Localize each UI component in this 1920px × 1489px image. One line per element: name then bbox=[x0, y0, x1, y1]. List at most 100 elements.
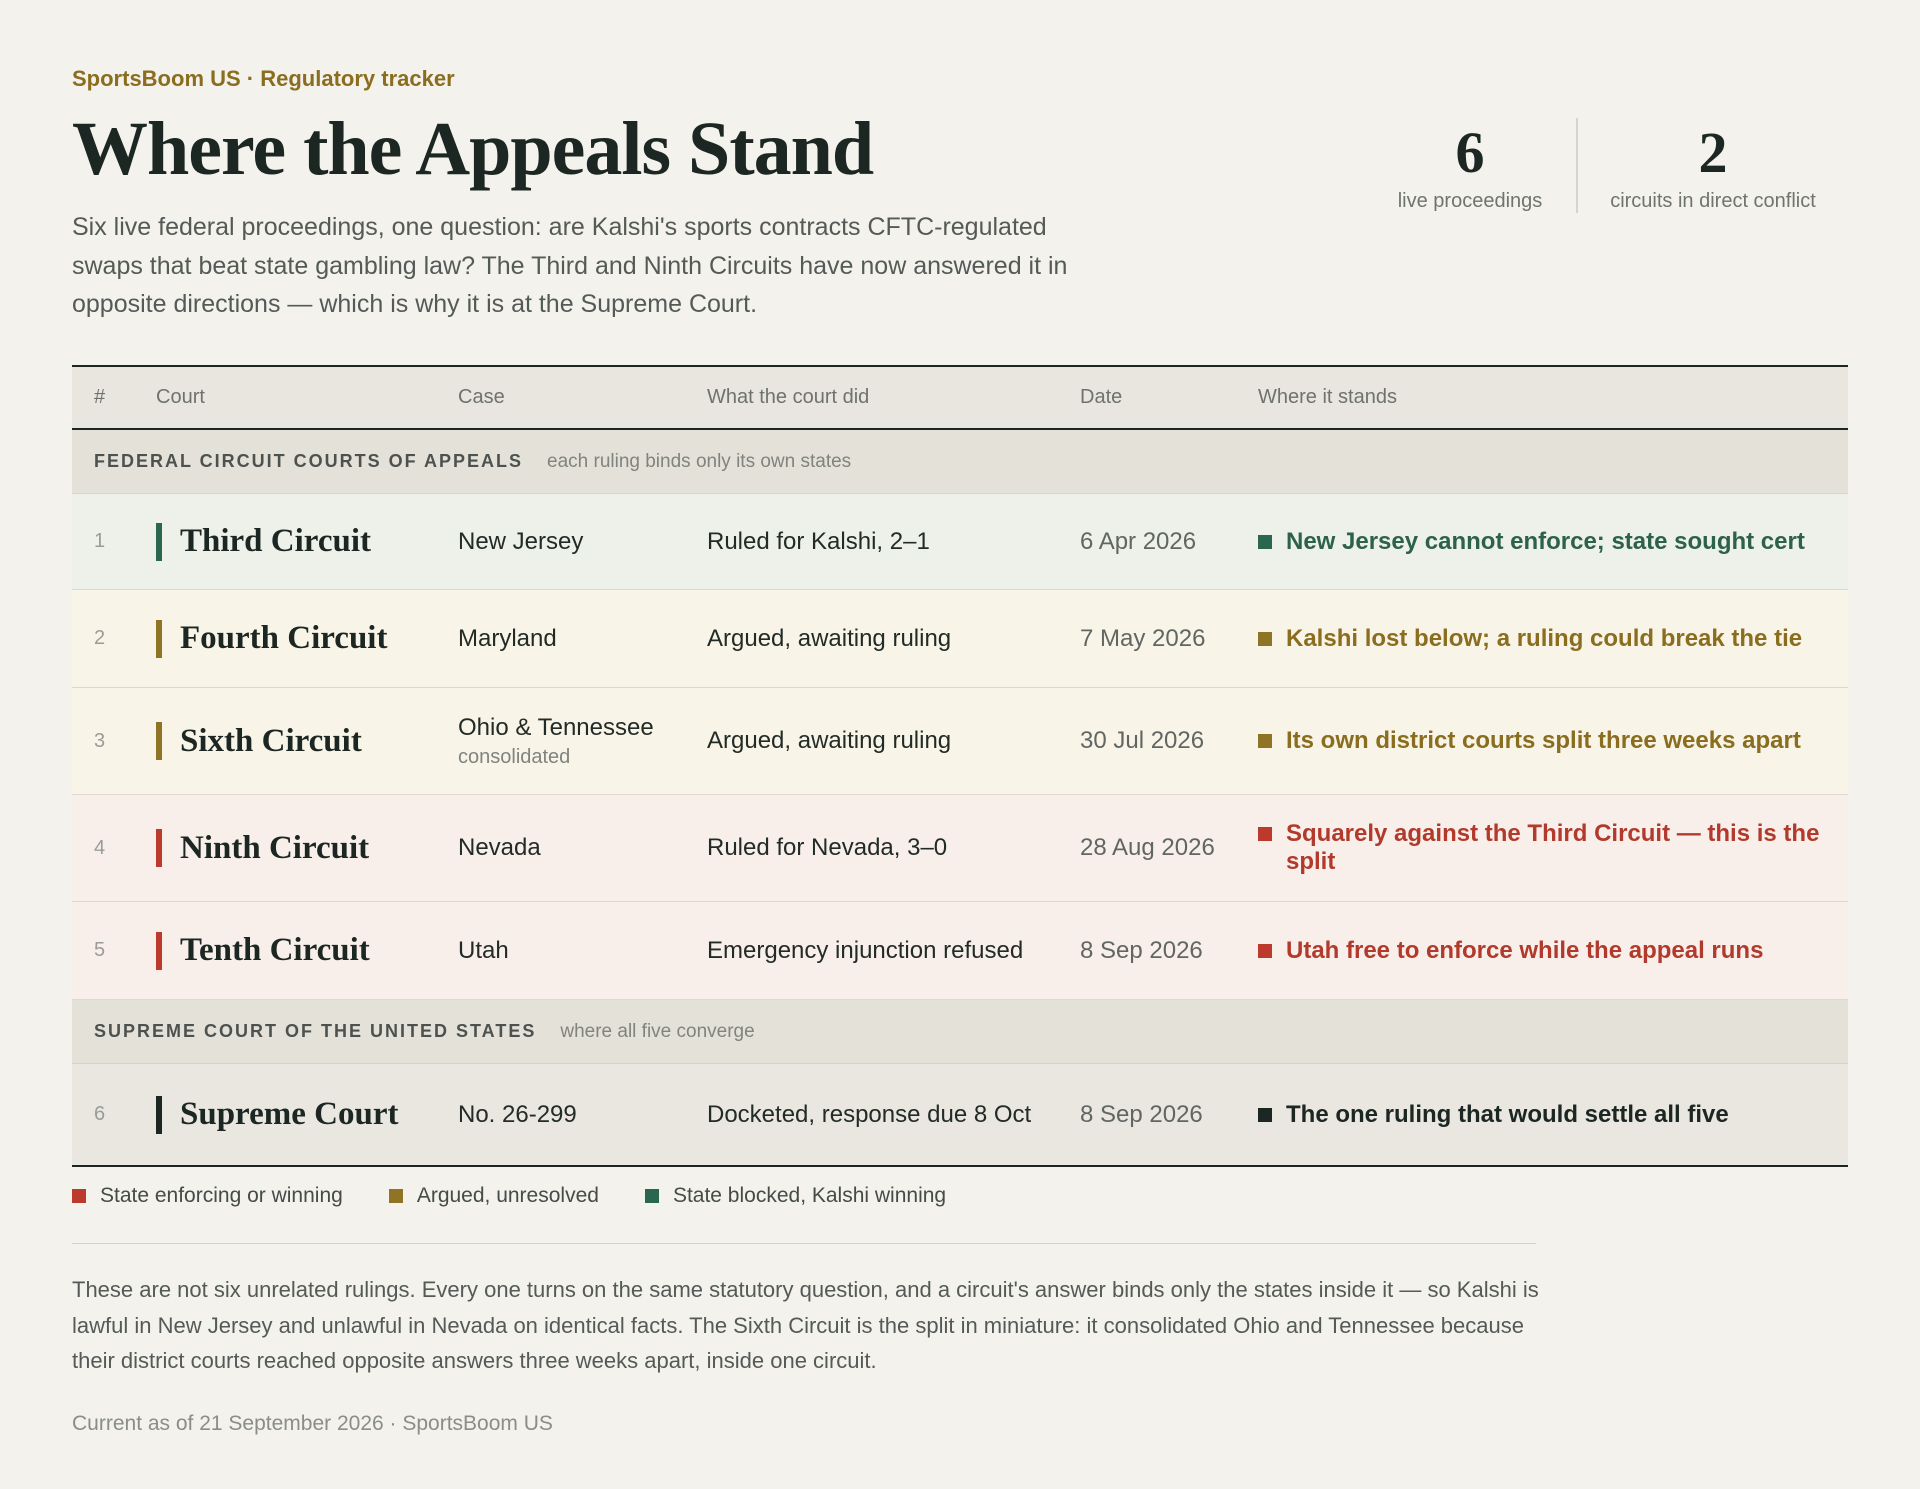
court-action: Docketed, response due 8 Oct bbox=[707, 1100, 1032, 1128]
case-cell: Maryland bbox=[458, 625, 707, 653]
where-it-stands: Kalshi lost below; a ruling could break … bbox=[1258, 625, 1848, 653]
case-subtitle: consolidated bbox=[458, 745, 571, 768]
court-cell: Third Circuit bbox=[156, 522, 458, 561]
row-date: 28 Aug 2026 bbox=[1080, 834, 1215, 861]
where-it-stands: Squarely against the Third Circuit — thi… bbox=[1258, 820, 1848, 876]
court-cell: Ninth Circuit bbox=[156, 829, 458, 867]
case-cell: Nevada bbox=[458, 834, 707, 862]
case-name: Nevada bbox=[458, 834, 541, 861]
stat-value: 6 bbox=[1455, 120, 1485, 185]
row-number: 5 bbox=[94, 939, 106, 961]
stands-text: Kalshi lost below; a ruling could break … bbox=[1286, 624, 1803, 652]
court-action: Emergency injunction refused bbox=[707, 936, 1024, 964]
row-number: 1 bbox=[94, 530, 106, 552]
court-action: Argued, awaiting ruling bbox=[707, 727, 952, 754]
status-bar bbox=[156, 931, 162, 970]
table-row: 5 Tenth Circuit Utah Emergency injunctio… bbox=[72, 902, 1848, 1000]
row-date: 8 Sep 2026 bbox=[1080, 1100, 1203, 1128]
row-date: 8 Sep 2026 bbox=[1080, 936, 1203, 964]
row-number: 6 bbox=[94, 1103, 106, 1125]
stands-text: Utah free to enforce while the appeal ru… bbox=[1286, 936, 1764, 964]
status-square-icon bbox=[1258, 827, 1272, 841]
footer-credit: Current as of 21 September 2026 · Sports… bbox=[72, 1412, 553, 1435]
legend-label: State enforcing or winning bbox=[100, 1184, 343, 1207]
legend-label: State blocked, Kalshi winning bbox=[672, 1184, 947, 1207]
legend-gold-square-icon bbox=[388, 1189, 403, 1203]
status-bar bbox=[156, 829, 162, 867]
stat-label: live proceedings bbox=[1397, 190, 1543, 212]
case-name: Maryland bbox=[458, 624, 557, 652]
explanatory-note: These are not six unrelated rulings. Eve… bbox=[72, 1277, 1539, 1373]
header-where-it-stands: Where it stands bbox=[1258, 386, 1397, 408]
case-name: No. 26-299 bbox=[458, 1100, 577, 1128]
row-number: 2 bbox=[94, 627, 106, 649]
row-number: 4 bbox=[94, 836, 106, 859]
group-title: FEDERAL CIRCUIT COURTS OF APPEALS bbox=[94, 451, 524, 471]
status-bar bbox=[156, 722, 162, 760]
stat-circuits-in-conflict: 2 circuits in direct conflict bbox=[1576, 118, 1848, 213]
status-square-icon bbox=[1258, 534, 1272, 549]
stands-text: New Jersey cannot enforce; state sought … bbox=[1286, 527, 1805, 555]
status-square-icon bbox=[1258, 943, 1272, 958]
page-title: Where the Appeals Stand bbox=[72, 107, 874, 191]
court-name: Sixth Circuit bbox=[180, 722, 362, 759]
legend-item-state-enforcing: State enforcing or winning bbox=[72, 1184, 343, 1208]
header-what-court-did: What the court did bbox=[707, 386, 870, 408]
group-title: SUPREME COURT OF THE UNITED STATES bbox=[94, 1021, 537, 1041]
case-name: New Jersey bbox=[458, 527, 584, 555]
stat-value: 2 bbox=[1698, 120, 1728, 185]
appeals-table: # Court Case What the court did Date Whe… bbox=[72, 365, 1848, 1167]
group-header-supreme-court: SUPREME COURT OF THE UNITED STATES where… bbox=[72, 1000, 1848, 1064]
header-date: Date bbox=[1080, 386, 1123, 408]
table-row: 2 Fourth Circuit Maryland Argued, awaiti… bbox=[72, 590, 1848, 688]
court-name: Fourth Circuit bbox=[180, 620, 388, 656]
court-name: Supreme Court bbox=[180, 1096, 399, 1132]
status-bar bbox=[156, 619, 162, 658]
court-name: Tenth Circuit bbox=[180, 932, 370, 968]
header-case: Case bbox=[458, 386, 505, 408]
kicker: SportsBoom US · Regulatory tracker bbox=[72, 66, 455, 91]
table-row: 4 Ninth Circuit Nevada Ruled for Nevada,… bbox=[72, 795, 1848, 902]
table-row: 6 Supreme Court No. 26-299 Docketed, res… bbox=[72, 1064, 1848, 1165]
legend-red-square-icon bbox=[72, 1189, 86, 1203]
court-name: Ninth Circuit bbox=[180, 829, 370, 866]
row-date: 7 May 2026 bbox=[1080, 624, 1206, 652]
where-it-stands: The one ruling that would settle all fiv… bbox=[1258, 1101, 1848, 1129]
court-cell: Tenth Circuit bbox=[156, 931, 458, 970]
case-cell: New Jersey bbox=[458, 528, 707, 556]
case-cell: No. 26-299 bbox=[458, 1101, 707, 1129]
lede: Six live federal proceedings, one questi… bbox=[72, 213, 1068, 318]
stands-text: Its own district courts split three week… bbox=[1286, 727, 1801, 754]
stat-live-proceedings: 6 live proceedings bbox=[1370, 118, 1576, 213]
court-action: Ruled for Nevada, 3–0 bbox=[707, 834, 948, 861]
legend-item-kalshi-winning: State blocked, Kalshi winning bbox=[644, 1184, 947, 1208]
status-square-icon bbox=[1258, 734, 1272, 748]
court-cell: Sixth Circuit bbox=[156, 722, 458, 760]
where-it-stands: Its own district courts split three week… bbox=[1258, 727, 1848, 755]
court-cell: Fourth Circuit bbox=[156, 619, 458, 658]
where-it-stands: New Jersey cannot enforce; state sought … bbox=[1258, 528, 1848, 556]
court-action: Ruled for Kalshi, 2–1 bbox=[707, 527, 930, 555]
group-note: where all five converge bbox=[560, 1020, 755, 1042]
table-row: 1 Third Circuit New Jersey Ruled for Kal… bbox=[72, 494, 1848, 590]
header-num: # bbox=[94, 386, 106, 408]
case-name: Utah bbox=[458, 936, 509, 964]
status-bar bbox=[156, 522, 162, 561]
group-note: each ruling binds only its own states bbox=[547, 450, 852, 472]
row-date: 6 Apr 2026 bbox=[1080, 527, 1197, 555]
legend-label: Argued, unresolved bbox=[416, 1184, 599, 1207]
court-cell: Supreme Court bbox=[156, 1095, 458, 1134]
case-cell: Utah bbox=[458, 937, 707, 965]
court-name: Third Circuit bbox=[180, 523, 371, 559]
status-square-icon bbox=[1258, 1107, 1272, 1122]
table-row: 3 Sixth Circuit Ohio & Tennessee consoli… bbox=[72, 688, 1848, 795]
header-court: Court bbox=[156, 386, 205, 408]
case-name: Ohio & Tennessee bbox=[458, 713, 654, 741]
stands-text: The one ruling that would settle all fiv… bbox=[1286, 1100, 1729, 1128]
stats-panel: 6 live proceedings 2 circuits in direct … bbox=[1370, 118, 1848, 213]
court-action: Argued, awaiting ruling bbox=[707, 624, 952, 652]
legend-item-argued: Argued, unresolved bbox=[388, 1184, 599, 1208]
where-it-stands: Utah free to enforce while the appeal ru… bbox=[1258, 937, 1848, 965]
divider bbox=[72, 1243, 1536, 1244]
legend-green-square-icon bbox=[644, 1189, 659, 1203]
